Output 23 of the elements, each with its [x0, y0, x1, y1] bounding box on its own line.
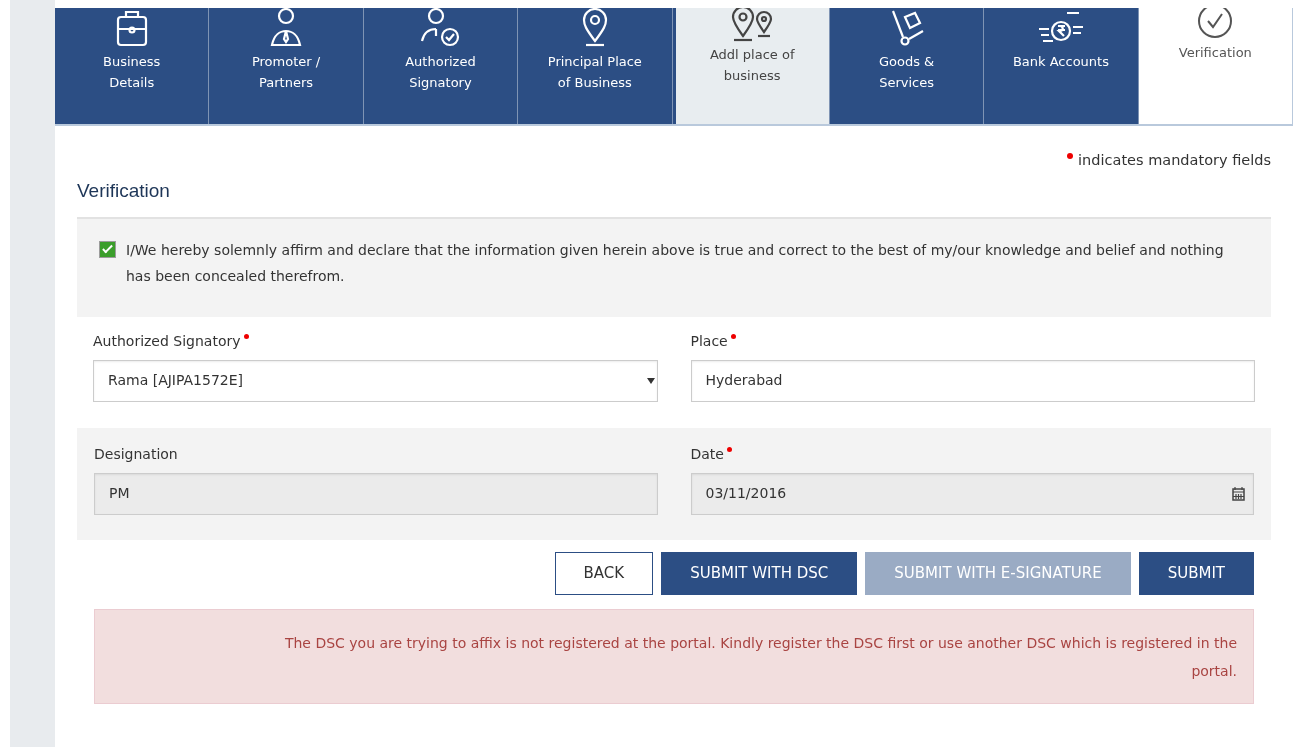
action-button[interactable]: SUBMIT WITH DSC	[661, 551, 858, 595]
step-tab[interactable]: Business Details	[55, 8, 210, 124]
field-label: Authorized Signatory	[93, 332, 241, 349]
declaration-text: I/We hereby solemnly affirm and declare that the information given herein above is true and correct to the best of my/our knowledge and belief and nothing has been concealed therefrom.	[126, 240, 1225, 286]
step-tab[interactable]: Promoter / Partners	[209, 8, 364, 124]
step-tab[interactable]: Authorized Signatory	[363, 8, 519, 124]
mandatory-note: indicates mandatory fields	[1078, 152, 1271, 168]
step-tab[interactable]: Principal Place of Business	[518, 8, 673, 124]
required-dot-icon	[1067, 153, 1074, 159]
field-label: Designation	[94, 445, 178, 462]
checkbox[interactable]	[99, 240, 116, 258]
step-tab[interactable]: Goods & Services	[829, 8, 985, 124]
input-field[interactable]: Hyderabad	[690, 359, 1255, 402]
action-button[interactable]: SUBMIT	[1138, 551, 1254, 595]
caret-icon	[646, 377, 655, 384]
step-tab[interactable]: Addl place of business	[672, 8, 830, 124]
field-label: Date	[690, 445, 724, 462]
action-button[interactable]: BACK	[554, 551, 654, 595]
select-field[interactable]: Rama [AJIPA1572E]	[93, 359, 658, 402]
step-tab[interactable]: Bank Accounts	[984, 8, 1139, 124]
field-label: Place	[690, 332, 728, 349]
error-alert: The DSC you are trying to affix is not registered at the portal. Kindly register the DSC first or use another DSC which is registered in the portal.	[94, 608, 1254, 704]
section-title: Verification	[77, 179, 171, 203]
